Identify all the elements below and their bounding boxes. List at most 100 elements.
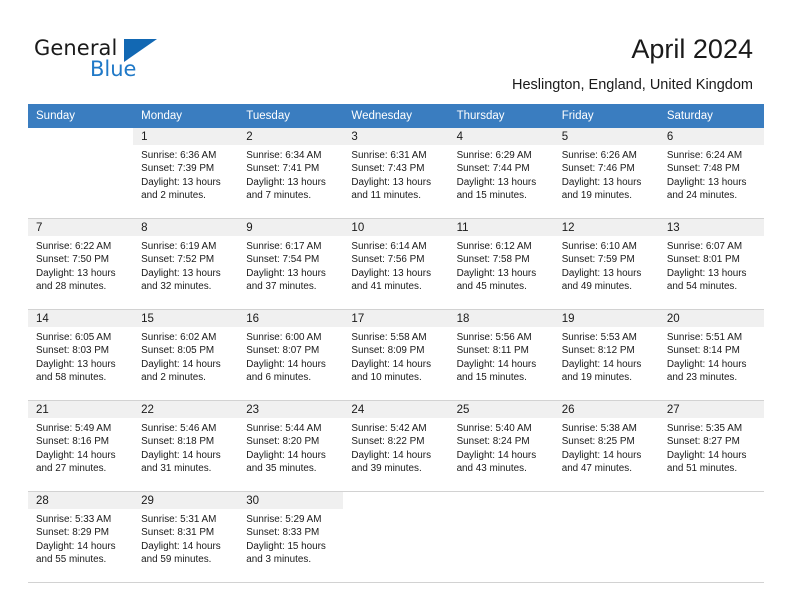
calendar-day-cell[interactable]: 11 Sunrise: 6:12 AM Sunset: 7:58 PM Dayligh…: [448, 218, 554, 310]
calendar-day-cell[interactable]: 28 Sunrise: 5:33 AM Sunset: 8:29 PM Dayligh…: [28, 491, 134, 583]
daylight-line: and 47 minutes.: [561, 463, 632, 475]
calendar-day-cell[interactable]: 29 Sunrise: 5:31 AM Sunset: 8:31 PM Dayligh…: [133, 491, 239, 583]
calendar-day-cell[interactable]: 6 Sunrise: 6:24 AM Sunset: 7:48 PM Daylight…: [658, 128, 764, 219]
daylight-line: Daylight: 14 hours: [246, 449, 326, 461]
sunset-line: Sunset: 7:59 PM: [561, 254, 635, 266]
day-details: Sunrise: 6:17 AM Sunset: 7:54 PM Daylight:…: [238, 236, 343, 294]
calendar-table: Sunday Monday Tuesday Wednesday Thursday Frid…: [28, 104, 764, 583]
calendar-day-cell[interactable]: 4 Sunrise: 6:29 AM Sunset: 7:44 PM Daylight…: [448, 128, 554, 219]
calendar-day-cell[interactable]: 25 Sunrise: 5:40 AM Sunset: 8:24 PM Dayligh…: [448, 400, 554, 492]
daylight-line: Daylight: 14 hours: [351, 449, 432, 461]
daylight-line: and 43 minutes.: [456, 463, 527, 475]
calendar-empty-cell: [658, 491, 764, 583]
day-number: 7: [28, 219, 134, 236]
day-details: Sunrise: 5:40 AM Sunset: 8:24 PM Daylight:…: [449, 418, 554, 476]
daylight-line: and 3 minutes.: [246, 554, 312, 566]
calendar-day-cell[interactable]: 26 Sunrise: 5:38 AM Sunset: 8:25 PM Dayligh…: [553, 400, 659, 492]
daylight-line: Daylight: 13 hours: [246, 176, 326, 188]
sunset-line: Sunset: 8:27 PM: [666, 436, 740, 448]
daylight-line: Daylight: 13 hours: [141, 267, 221, 279]
sunrise-line: Sunrise: 5:49 AM: [36, 423, 112, 434]
day-number: 17: [343, 310, 449, 327]
day-cell-inner: [343, 492, 448, 582]
calendar-day-cell[interactable]: 22 Sunrise: 5:46 AM Sunset: 8:18 PM Dayligh…: [133, 400, 239, 492]
day-cell-inner: 24 Sunrise: 5:42 AM Sunset: 8:22 PM Dayligh…: [343, 401, 449, 491]
sunrise-line: Sunrise: 5:40 AM: [456, 423, 532, 434]
day-cell-inner: 3 Sunrise: 6:31 AM Sunset: 7:43 PM Daylight…: [343, 128, 449, 218]
day-details: Sunrise: 6:00 AM Sunset: 8:07 PM Daylight:…: [238, 327, 343, 385]
sunrise-line: Sunrise: 5:56 AM: [456, 332, 532, 343]
day-details: Sunrise: 6:14 AM Sunset: 7:56 PM Daylight:…: [343, 236, 448, 294]
calendar-day-cell[interactable]: 21 Sunrise: 5:49 AM Sunset: 8:16 PM Dayligh…: [28, 400, 134, 492]
daylight-line: and 51 minutes.: [666, 463, 738, 475]
calendar-day-cell[interactable]: 16 Sunrise: 6:00 AM Sunset: 8:07 PM Dayligh…: [238, 309, 344, 401]
day-cell-inner: 14 Sunrise: 6:05 AM Sunset: 8:03 PM Dayligh…: [28, 310, 134, 400]
daylight-line: Daylight: 14 hours: [36, 540, 116, 552]
calendar-day-cell[interactable]: 19 Sunrise: 5:53 AM Sunset: 8:12 PM Dayligh…: [553, 309, 659, 401]
day-cell-inner: 11 Sunrise: 6:12 AM Sunset: 7:58 PM Dayligh…: [448, 219, 554, 309]
calendar-day-cell[interactable]: 14 Sunrise: 6:05 AM Sunset: 8:03 PM Dayligh…: [28, 309, 134, 401]
calendar-day-cell[interactable]: 12 Sunrise: 6:10 AM Sunset: 7:59 PM Dayligh…: [553, 218, 659, 310]
sunset-line: Sunset: 7:43 PM: [351, 163, 425, 175]
calendar-day-cell[interactable]: 13 Sunrise: 6:07 AM Sunset: 8:01 PM Dayligh…: [658, 218, 764, 310]
day-details: Sunrise: 5:33 AM Sunset: 8:29 PM Daylight:…: [28, 509, 133, 567]
day-cell-inner: 27 Sunrise: 5:35 AM Sunset: 8:27 PM Dayligh…: [658, 401, 764, 491]
daylight-line: Daylight: 14 hours: [141, 358, 221, 370]
calendar-day-cell[interactable]: 7 Sunrise: 6:22 AM Sunset: 7:50 PM Daylight…: [28, 218, 134, 310]
calendar-week-row: 1 Sunrise: 6:36 AM Sunset: 7:39 PM Daylight…: [28, 128, 764, 219]
day-number: [659, 492, 764, 509]
calendar-day-cell[interactable]: 8 Sunrise: 6:19 AM Sunset: 7:52 PM Daylight…: [133, 218, 239, 310]
calendar-day-cell[interactable]: 27 Sunrise: 5:35 AM Sunset: 8:27 PM Dayligh…: [658, 400, 764, 492]
sunset-line: Sunset: 7:46 PM: [561, 163, 635, 175]
day-details: Sunrise: 6:24 AM Sunset: 7:48 PM Daylight:…: [659, 145, 764, 203]
calendar-day-cell[interactable]: 5 Sunrise: 6:26 AM Sunset: 7:46 PM Daylight…: [553, 128, 659, 219]
weekday-header-saturday: Saturday: [658, 104, 764, 128]
calendar-day-cell[interactable]: 18 Sunrise: 5:56 AM Sunset: 8:11 PM Dayligh…: [448, 309, 554, 401]
calendar-day-cell[interactable]: 3 Sunrise: 6:31 AM Sunset: 7:43 PM Daylight…: [343, 128, 449, 219]
brand-name-blue: Blue: [90, 57, 137, 81]
sunset-line: Sunset: 7:48 PM: [666, 163, 740, 175]
sunrise-line: Sunrise: 6:34 AM: [246, 150, 322, 161]
daylight-line: Daylight: 14 hours: [666, 358, 747, 370]
calendar-day-cell[interactable]: 24 Sunrise: 5:42 AM Sunset: 8:22 PM Dayligh…: [343, 400, 449, 492]
calendar-day-cell[interactable]: 9 Sunrise: 6:17 AM Sunset: 7:54 PM Daylight…: [238, 218, 344, 310]
day-details: Sunrise: 5:46 AM Sunset: 8:18 PM Daylight:…: [133, 418, 238, 476]
sunrise-line: Sunrise: 5:35 AM: [666, 423, 743, 434]
day-number: 28: [28, 492, 134, 509]
sunset-line: Sunset: 8:25 PM: [561, 436, 635, 448]
day-number: 15: [133, 310, 239, 327]
daylight-line: Daylight: 14 hours: [666, 449, 747, 461]
sunset-line: Sunset: 8:18 PM: [141, 436, 215, 448]
calendar-day-cell[interactable]: 15 Sunrise: 6:02 AM Sunset: 8:05 PM Dayligh…: [133, 309, 239, 401]
day-cell-inner: 2 Sunrise: 6:34 AM Sunset: 7:41 PM Daylight…: [238, 128, 344, 218]
calendar-day-cell[interactable]: 23 Sunrise: 5:44 AM Sunset: 8:20 PM Dayligh…: [238, 400, 344, 492]
day-number: 12: [553, 219, 659, 236]
day-cell-inner: [554, 492, 659, 582]
sunset-line: Sunset: 8:22 PM: [351, 436, 425, 448]
daylight-line: Daylight: 13 hours: [561, 267, 642, 279]
day-number: 29: [133, 492, 239, 509]
calendar-day-cell[interactable]: 2 Sunrise: 6:34 AM Sunset: 7:41 PM Daylight…: [238, 128, 344, 219]
sunset-line: Sunset: 8:07 PM: [246, 345, 320, 357]
weekday-header-wednesday: Wednesday: [343, 104, 449, 128]
weekday-header-friday: Friday: [553, 104, 659, 128]
calendar-day-cell[interactable]: 10 Sunrise: 6:14 AM Sunset: 7:56 PM Dayligh…: [343, 218, 449, 310]
daylight-line: Daylight: 14 hours: [456, 358, 537, 370]
calendar-day-cell[interactable]: 30 Sunrise: 5:29 AM Sunset: 8:33 PM Dayligh…: [238, 491, 344, 583]
sunrise-line: Sunrise: 6:05 AM: [36, 332, 112, 343]
sunrise-line: Sunrise: 6:14 AM: [351, 241, 427, 252]
day-number: 18: [448, 310, 554, 327]
day-details: Sunrise: 5:56 AM Sunset: 8:11 PM Daylight:…: [449, 327, 554, 385]
day-details: Sunrise: 6:05 AM Sunset: 8:03 PM Daylight:…: [28, 327, 133, 385]
daylight-line: and 23 minutes.: [666, 372, 738, 384]
calendar-day-cell[interactable]: 1 Sunrise: 6:36 AM Sunset: 7:39 PM Daylight…: [133, 128, 239, 219]
day-number: [28, 128, 133, 145]
calendar-empty-cell: [343, 491, 449, 583]
daylight-line: Daylight: 13 hours: [666, 267, 747, 279]
sunrise-line: Sunrise: 6:19 AM: [141, 241, 217, 252]
calendar-day-cell[interactable]: 20 Sunrise: 5:51 AM Sunset: 8:14 PM Dayligh…: [658, 309, 764, 401]
day-number: 30: [238, 492, 344, 509]
day-number: 21: [28, 401, 134, 418]
day-cell-inner: 18 Sunrise: 5:56 AM Sunset: 8:11 PM Dayligh…: [448, 310, 554, 400]
calendar-day-cell[interactable]: 17 Sunrise: 5:58 AM Sunset: 8:09 PM Dayligh…: [343, 309, 449, 401]
